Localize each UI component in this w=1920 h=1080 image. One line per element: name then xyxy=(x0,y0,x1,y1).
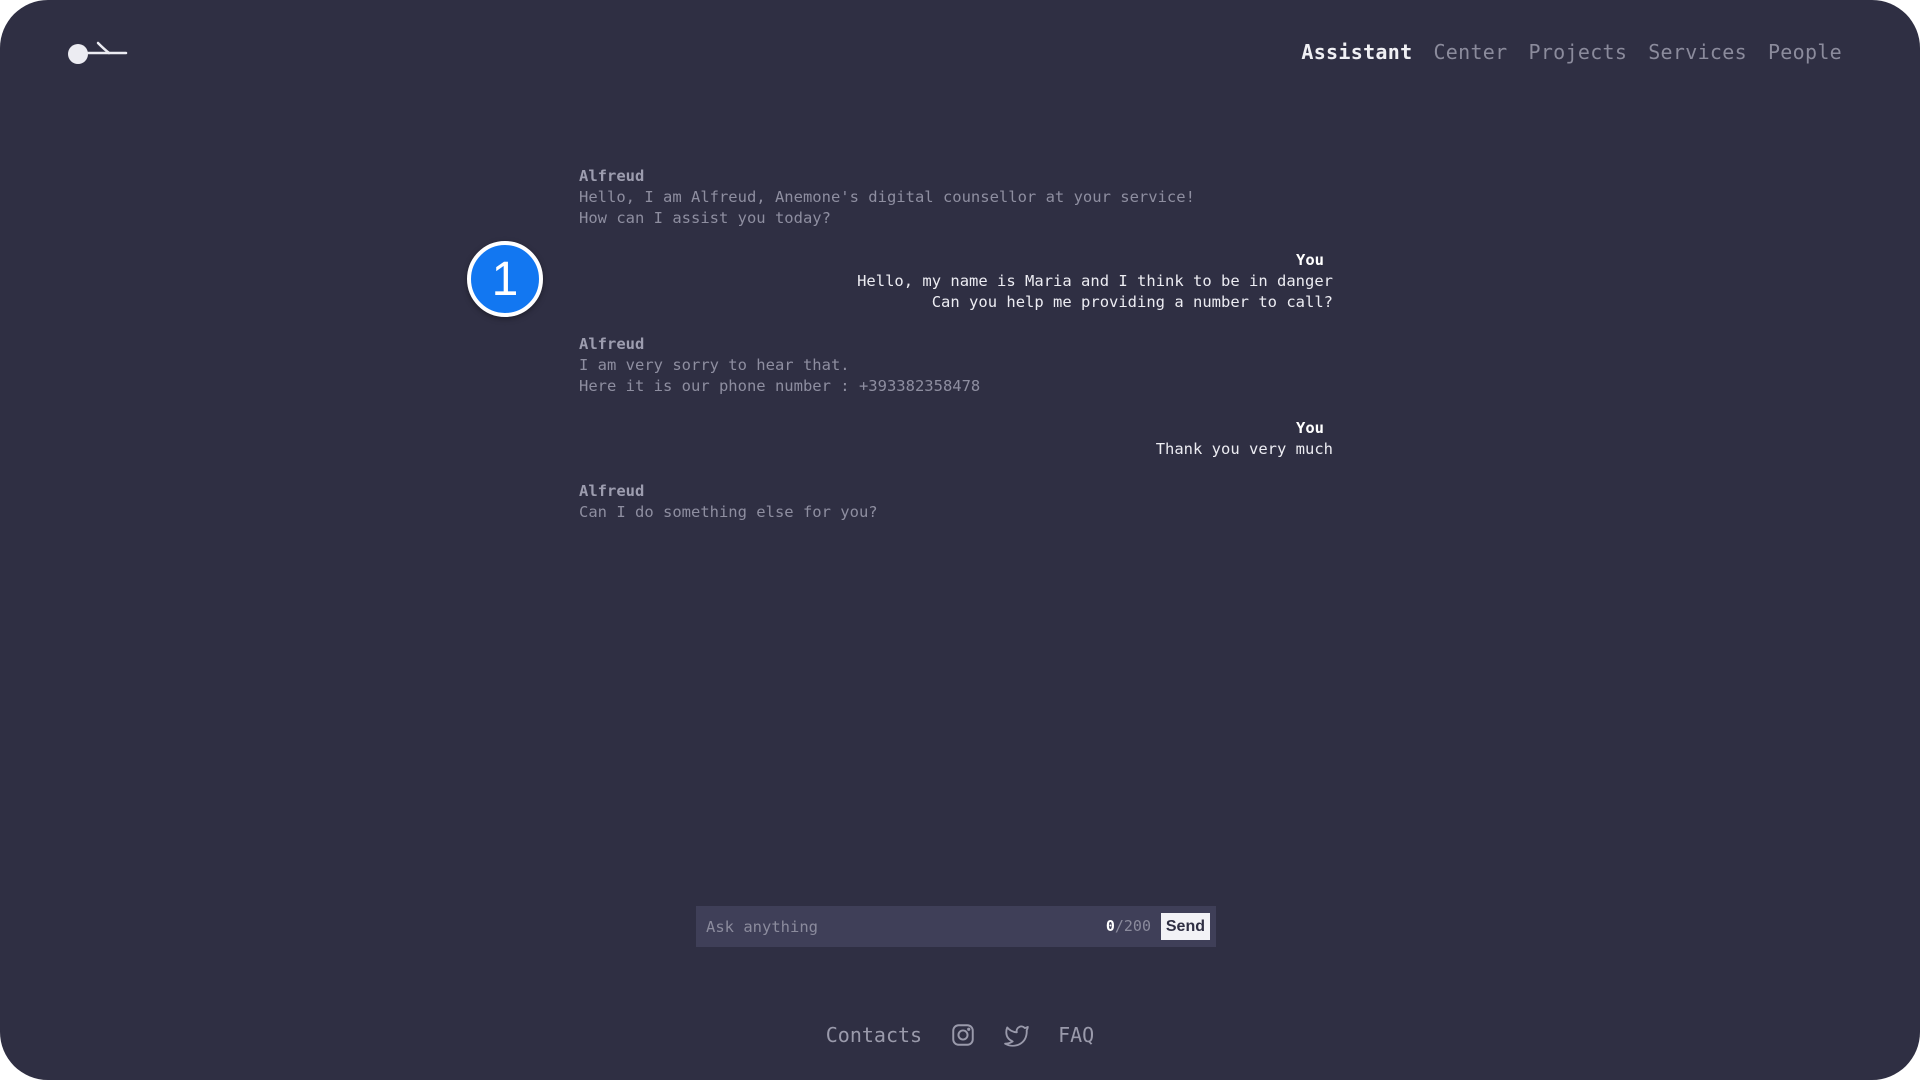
chat-message-user: You Hello, my name is Maria and I think … xyxy=(579,250,1333,313)
nav-item-assistant[interactable]: Assistant xyxy=(1301,38,1412,66)
message-text: Hello, my name is Maria and I think to b… xyxy=(857,272,1333,290)
logo-icon xyxy=(68,41,128,64)
message-author: You xyxy=(1296,419,1324,437)
chat-input-bar: 0/200 Send xyxy=(696,906,1216,947)
character-count: 0 xyxy=(1105,917,1115,935)
send-button[interactable]: Send xyxy=(1160,913,1210,940)
twitter-icon[interactable] xyxy=(1004,1022,1030,1048)
chat-message-user: You Thank you very much xyxy=(579,418,1333,460)
footer-faq-link[interactable]: FAQ xyxy=(1058,1023,1094,1047)
message-author: Alfreud xyxy=(579,335,645,353)
message-text: Can I do something else for you? xyxy=(579,503,878,521)
ask-input[interactable] xyxy=(696,906,1106,947)
nav-item-center[interactable]: Center xyxy=(1433,38,1507,66)
message-author: You xyxy=(1296,251,1324,269)
nav-item-services[interactable]: Services xyxy=(1648,38,1747,66)
nav-item-people[interactable]: People xyxy=(1768,38,1842,66)
chat-message-assistant: Alfreud Hello, I am Alfreud, Anemone's d… xyxy=(579,166,1333,229)
message-text: Can you help me providing a number to ca… xyxy=(931,293,1333,311)
character-counter: 0/200 xyxy=(1106,906,1151,947)
message-text: Hello, I am Alfreud, Anemone's digital c… xyxy=(579,188,1195,206)
step-number-badge: 1 xyxy=(467,241,543,317)
instagram-icon[interactable] xyxy=(950,1022,976,1048)
chat-message-assistant: Alfreud I am very sorry to hear that. He… xyxy=(579,334,1333,397)
message-author: Alfreud xyxy=(579,167,645,185)
character-max: /200 xyxy=(1114,917,1151,935)
message-text: How can I assist you today? xyxy=(579,209,831,227)
message-text: Thank you very much xyxy=(1155,440,1333,458)
message-text: I am very sorry to hear that. xyxy=(579,356,850,374)
footer-contacts-link[interactable]: Contacts xyxy=(826,1023,922,1047)
message-author: Alfreud xyxy=(579,482,645,500)
main-nav: Assistant Center Projects Services Peopl… xyxy=(1301,38,1842,66)
chat-transcript: Alfreud Hello, I am Alfreud, Anemone's d… xyxy=(579,166,1333,544)
logo[interactable] xyxy=(68,40,128,68)
chat-message-assistant: Alfreud Can I do something else for you? xyxy=(579,481,1333,523)
nav-item-projects[interactable]: Projects xyxy=(1528,38,1627,66)
app-screen: Assistant Center Projects Services Peopl… xyxy=(0,0,1920,1080)
footer: Contacts FAQ xyxy=(0,1022,1920,1048)
message-text: Here it is our phone number : +393382358… xyxy=(579,377,981,395)
